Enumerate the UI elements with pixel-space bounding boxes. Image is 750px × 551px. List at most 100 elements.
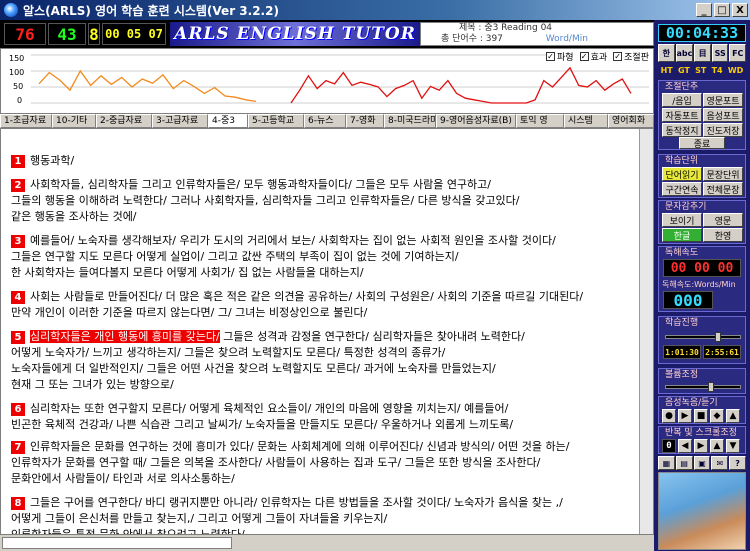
- progress-knob[interactable]: [715, 332, 721, 342]
- paragraph-7[interactable]: 7 인류학자들은 문화를 연구하는 것에 흥미가 있다/ 문화는 사회체계에 의해…: [11, 439, 651, 487]
- paragraph-2[interactable]: 2 사회학자들, 심리학자들 그리고 인류학자들은/ 모두 행동과학자들이다/ 그…: [11, 177, 651, 225]
- volume-slider[interactable]: [665, 382, 741, 392]
- speed-label: 독해속도:Words/Min: [662, 280, 736, 289]
- minimize-button[interactable]: _: [696, 3, 712, 17]
- all-sentences-button[interactable]: 전체문장: [703, 182, 743, 196]
- category-tabs: 1-초급자료 10-기타 2-중급자료 3-고급자료 4-중3 5-고등학교 6…: [0, 114, 654, 128]
- tab-middle3[interactable]: 4-중3: [208, 114, 248, 128]
- app-logo: ARLS ENGLISH TUTOR: [170, 22, 420, 46]
- effect-checkbox[interactable]: ✓ 효과: [579, 50, 607, 63]
- stop-button[interactable]: 동작정지: [662, 123, 702, 137]
- control-panel: 조절단추 /음입 영문포트 자동포트 음성포트 동작정지 진도저장 종료: [658, 80, 746, 150]
- highlighted-sentence: 심리학자들은 개인 행동에 흥미를 갖는다/: [30, 330, 220, 343]
- fc-icon[interactable]: FC: [729, 44, 746, 62]
- score-led-2: 43: [48, 23, 86, 45]
- sentence-unit-button[interactable]: 문장단위: [703, 167, 743, 181]
- waveform-checkbox[interactable]: ✓ 파형: [546, 50, 574, 63]
- help-icon[interactable]: ?: [729, 456, 746, 470]
- series-red-line: [290, 66, 632, 104]
- y-tick-0: 0: [17, 96, 22, 105]
- progress-time-b: 2:55:61: [703, 345, 741, 359]
- paragraph-6[interactable]: 6 심리학자는 또한 연구할지 모른다/ 어떻게 육체적인 요소들이/ 개인의 마…: [11, 401, 651, 433]
- book-icon[interactable]: 目: [694, 44, 711, 62]
- paragraph-number: 5: [11, 331, 25, 344]
- paragraph-4[interactable]: 4 사회는 사람들로 만들어진다/ 더 많은 혹은 적은 같은 의견을 공유하는/…: [11, 289, 651, 321]
- tab-news[interactable]: 6-뉴스: [304, 114, 346, 128]
- disk-icon[interactable]: ▣: [693, 456, 711, 470]
- progress-time-a: 1:01:30: [663, 345, 701, 359]
- tab-beginner[interactable]: 1-초급자료: [0, 114, 52, 128]
- grid-icon[interactable]: ▤: [675, 456, 693, 470]
- check-icon: ✓: [613, 52, 623, 61]
- tab-highschool[interactable]: 5-고등학교: [248, 114, 304, 128]
- tab-other[interactable]: 10-기타: [52, 114, 96, 128]
- mode-t4[interactable]: T4: [712, 66, 723, 78]
- waveform-graph: 150 100 50 0 ✓ 파형 ✓ 효과 ✓ 조절판: [0, 48, 654, 114]
- play-icon[interactable]: ▶: [678, 409, 692, 423]
- learning-unit-panel: 학습단위 단어읽기 문장단위 구간연속 전체문장: [658, 154, 746, 198]
- mode-st[interactable]: ST: [695, 66, 706, 78]
- y-tick-50: 50: [13, 82, 23, 91]
- korean-mode-icon[interactable]: 한: [658, 44, 675, 62]
- keyboard-icon[interactable]: ▦: [658, 456, 675, 470]
- window-title: 알스(ARLS) 영어 학습 훈련 시스템(Ver 3.2.2): [23, 3, 279, 18]
- tab-advanced[interactable]: 3-고급자료: [152, 114, 208, 128]
- repeat-up-icon[interactable]: ▶: [694, 439, 708, 453]
- save-progress-button[interactable]: 진도저장: [703, 123, 743, 137]
- tab-toeic[interactable]: 토익 영: [516, 114, 564, 128]
- mail-icon[interactable]: ✉: [711, 456, 729, 470]
- show-button[interactable]: 보이기: [662, 213, 702, 227]
- title-bar: 알스(ARLS) 영어 학습 훈련 시스템(Ver 3.2.2) _ □ X: [0, 0, 750, 20]
- recording-panel: 음성녹음/듣기 ● ▶ ■ ◆ ▲: [658, 396, 746, 424]
- progress-slider[interactable]: [665, 332, 741, 342]
- text-panel: 1 행동과학/ 2 사회학자들, 심리학자들 그리고 인류학자들은/ 모두 행동과학…: [0, 128, 654, 535]
- mode-gt[interactable]: GT: [678, 66, 690, 78]
- pause-icon[interactable]: ■: [694, 409, 708, 423]
- mode-ht[interactable]: HT: [661, 66, 673, 78]
- paragraph-8[interactable]: 8 그들은 구어를 연구한다/ 바디 랭귀지뿐만 아니라/ 인류학자는 다른 방법…: [11, 495, 651, 534]
- tab-intermediate[interactable]: 2-중급자료: [96, 114, 152, 128]
- close-button[interactable]: X: [732, 3, 748, 17]
- mode-wd[interactable]: WD: [728, 66, 743, 78]
- ss-icon[interactable]: SS: [711, 44, 729, 62]
- maximize-button[interactable]: □: [714, 3, 730, 17]
- paragraph-5[interactable]: 5 심리학자들은 개인 행동에 흥미를 갖는다/ 그들은 성격과 감정을 연구한다…: [11, 329, 651, 393]
- recording-title: 음성녹음/듣기: [665, 398, 718, 408]
- input-field[interactable]: [2, 537, 232, 549]
- tab-conversation[interactable]: 영어회화: [608, 114, 654, 128]
- scroll-down-icon[interactable]: ▼: [726, 439, 740, 453]
- paragraph-3[interactable]: 3 예를들어/ 노숙자를 생각해보자/ 우리가 도시의 거리에서 보는/ 사회학자…: [11, 233, 651, 281]
- korean-english-button[interactable]: 한영: [703, 228, 743, 242]
- korean-button[interactable]: 한글: [662, 228, 702, 242]
- tab-audio[interactable]: 9-영어음성자료(B): [436, 114, 516, 128]
- reading-speed-panel: 독해속도 00 00 00 독해속도:Words/Min 000: [658, 246, 746, 312]
- repeat-panel: 반복 및 스크롤조정 0 ◀ ▶ ▲ ▼: [658, 426, 746, 454]
- control-checkbox[interactable]: ✓ 조절판: [613, 50, 649, 63]
- abc-mode-icon[interactable]: abc: [675, 44, 694, 62]
- tab-system[interactable]: 시스템: [564, 114, 608, 128]
- paragraph-1[interactable]: 1 행동과학/: [11, 153, 651, 169]
- stop-icon[interactable]: ◆: [710, 409, 724, 423]
- learning-unit-title: 학습단위: [665, 156, 699, 166]
- exit-button[interactable]: 종료: [679, 137, 725, 150]
- progress-title: 학습진행: [665, 318, 699, 328]
- bottom-icon-row: ▦ ▤ ▣ ✉ ?: [658, 456, 746, 470]
- repeat-down-icon[interactable]: ◀: [678, 439, 692, 453]
- record-icon[interactable]: ●: [662, 409, 676, 423]
- audio-port-button[interactable]: 음성포트: [703, 108, 743, 122]
- auto-port-button[interactable]: 자동포트: [662, 108, 702, 122]
- section-continuous-button[interactable]: 구간연속: [662, 182, 702, 196]
- word-read-button[interactable]: 단어읽기: [662, 167, 702, 181]
- english-port-button[interactable]: 영문포트: [703, 93, 743, 107]
- text-scrollbar[interactable]: [639, 129, 653, 534]
- play-button[interactable]: /음입: [662, 93, 702, 107]
- tab-movie[interactable]: 7-영화: [346, 114, 384, 128]
- scroll-up-icon[interactable]: ▲: [710, 439, 724, 453]
- english-button[interactable]: 영문: [703, 213, 743, 227]
- eject-icon[interactable]: ▲: [726, 409, 740, 423]
- student-photo: [658, 472, 746, 550]
- volume-knob[interactable]: [708, 382, 714, 392]
- tab-drama[interactable]: 8-미국드라마: [384, 114, 436, 128]
- paragraph-number: 3: [11, 235, 25, 248]
- top-icon-row: 한 abc 目 SS FC: [658, 44, 746, 62]
